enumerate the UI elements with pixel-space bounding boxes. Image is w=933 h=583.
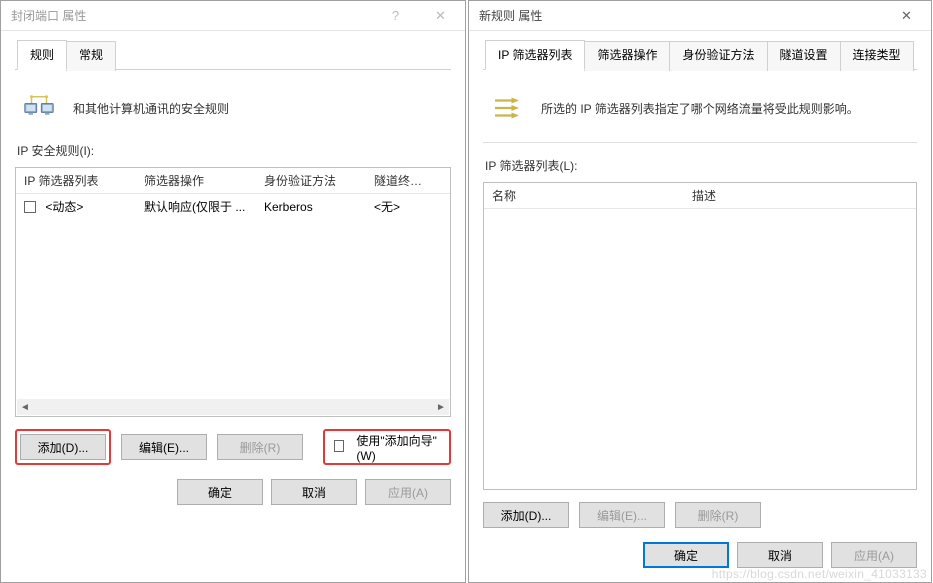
tab-tunnel-settings[interactable]: 隧道设置 [767, 41, 841, 71]
cancel-button[interactable]: 取消 [271, 479, 357, 505]
rule-buttons-row: 添加(D)... 编辑(E)... 删除(R) 使用"添加向导"(W) [15, 429, 451, 465]
apply-button: 应用(A) [831, 542, 917, 568]
tab-strip: 规则 常规 [15, 39, 451, 70]
horizontal-scrollbar[interactable]: ◄ ► [17, 399, 449, 415]
col-auth-method[interactable]: 身份验证方法 [256, 168, 366, 193]
cell-tunnel: <无> [366, 194, 436, 219]
info-text: 所选的 IP 筛选器列表指定了哪个网络流量将受此规则影响。 [541, 100, 859, 117]
titlebar: 新规则 属性 ✕ [469, 1, 931, 31]
use-wizard-checkbox-row[interactable]: 使用"添加向导"(W) [328, 434, 446, 460]
highlight-add: 添加(D)... [15, 429, 111, 465]
delete-button: 删除(R) [675, 502, 761, 528]
close-icon[interactable]: ✕ [884, 2, 929, 30]
scroll-left-icon[interactable]: ◄ [17, 399, 33, 415]
tab-filter-action[interactable]: 筛选器操作 [584, 41, 670, 71]
info-text: 和其他计算机通讯的安全规则 [73, 100, 229, 117]
window-controls: ✕ [884, 2, 929, 30]
window-controls: ? ✕ [373, 2, 463, 30]
info-row: 和其他计算机通讯的安全规则 [15, 84, 451, 142]
cell-filter-text: <动态> [45, 200, 83, 214]
section-label: IP 安全规则(I): [15, 142, 451, 159]
ok-button[interactable]: 确定 [177, 479, 263, 505]
section-label: IP 筛选器列表(L): [483, 157, 917, 174]
close-icon[interactable]: ✕ [418, 2, 463, 30]
titlebar: 封闭端口 属性 ? ✕ [1, 1, 465, 31]
tab-strip: IP 筛选器列表 筛选器操作 身份验证方法 隧道设置 连接类型 [483, 39, 917, 70]
dialog-close-port-properties: 封闭端口 属性 ? ✕ 规则 常规 [0, 0, 466, 583]
divider [483, 142, 917, 143]
wizard-label: 使用"添加向导"(W) [356, 432, 440, 463]
info-row: 所选的 IP 筛选器列表指定了哪个网络流量将受此规则影响。 [483, 84, 917, 142]
dialog-new-rule-properties: 新规则 属性 ✕ IP 筛选器列表 筛选器操作 身份验证方法 隧道设置 连接类型 [468, 0, 932, 583]
ok-button[interactable]: 确定 [643, 542, 729, 568]
dialog-body: IP 筛选器列表 筛选器操作 身份验证方法 隧道设置 连接类型 所选的 IP 筛… [469, 31, 931, 582]
window-title: 新规则 属性 [479, 7, 542, 24]
tab-general[interactable]: 常规 [66, 41, 116, 71]
delete-button: 删除(R) [217, 434, 303, 460]
footer-buttons: 确定 取消 应用(A) [15, 479, 451, 505]
highlight-wizard: 使用"添加向导"(W) [323, 429, 451, 465]
apply-button: 应用(A) [365, 479, 451, 505]
network-computers-icon [21, 92, 57, 124]
col-filter-action[interactable]: 筛选器操作 [136, 168, 256, 193]
help-icon[interactable]: ? [373, 2, 418, 30]
col-name[interactable]: 名称 [484, 183, 684, 208]
add-button[interactable]: 添加(D)... [483, 502, 569, 528]
tab-connection-type[interactable]: 连接类型 [840, 41, 914, 71]
tab-auth-method[interactable]: 身份验证方法 [669, 41, 767, 71]
cell-auth: Kerberos [256, 196, 366, 218]
tab-ip-filter-list[interactable]: IP 筛选器列表 [485, 40, 585, 70]
tab-rules[interactable]: 规则 [17, 40, 67, 70]
ip-filter-lists-list[interactable]: 名称 描述 [483, 182, 917, 490]
footer-buttons: 确定 取消 应用(A) [483, 542, 917, 568]
dialog-body: 规则 常规 和其他计算机通讯的安全规则 [1, 31, 465, 582]
list-header: IP 筛选器列表 筛选器操作 身份验证方法 隧道终结点 [16, 168, 450, 194]
col-description[interactable]: 描述 [684, 183, 916, 208]
add-button[interactable]: 添加(D)... [20, 434, 106, 460]
cell-action: 默认响应(仅限于 ... [136, 194, 256, 219]
cell-filter: <动态> [16, 194, 136, 219]
row-checkbox[interactable] [24, 201, 36, 213]
window-title: 封闭端口 属性 [11, 7, 86, 24]
wizard-checkbox[interactable] [334, 440, 344, 452]
ip-security-rules-list[interactable]: IP 筛选器列表 筛选器操作 身份验证方法 隧道终结点 <动态> 默认响应(仅限… [15, 167, 451, 417]
filter-list-buttons-row: 添加(D)... 编辑(E)... 删除(R) [483, 502, 917, 528]
edit-button[interactable]: 编辑(E)... [121, 434, 207, 460]
list-row[interactable]: <动态> 默认响应(仅限于 ... Kerberos <无> [16, 194, 450, 219]
scroll-right-icon[interactable]: ► [433, 399, 449, 415]
col-tunnel-endpoint[interactable]: 隧道终结点 [366, 168, 436, 193]
edit-button: 编辑(E)... [579, 502, 665, 528]
filter-list-icon [489, 92, 525, 124]
list-header: 名称 描述 [484, 183, 916, 209]
cancel-button[interactable]: 取消 [737, 542, 823, 568]
col-ip-filter-list[interactable]: IP 筛选器列表 [16, 168, 136, 193]
